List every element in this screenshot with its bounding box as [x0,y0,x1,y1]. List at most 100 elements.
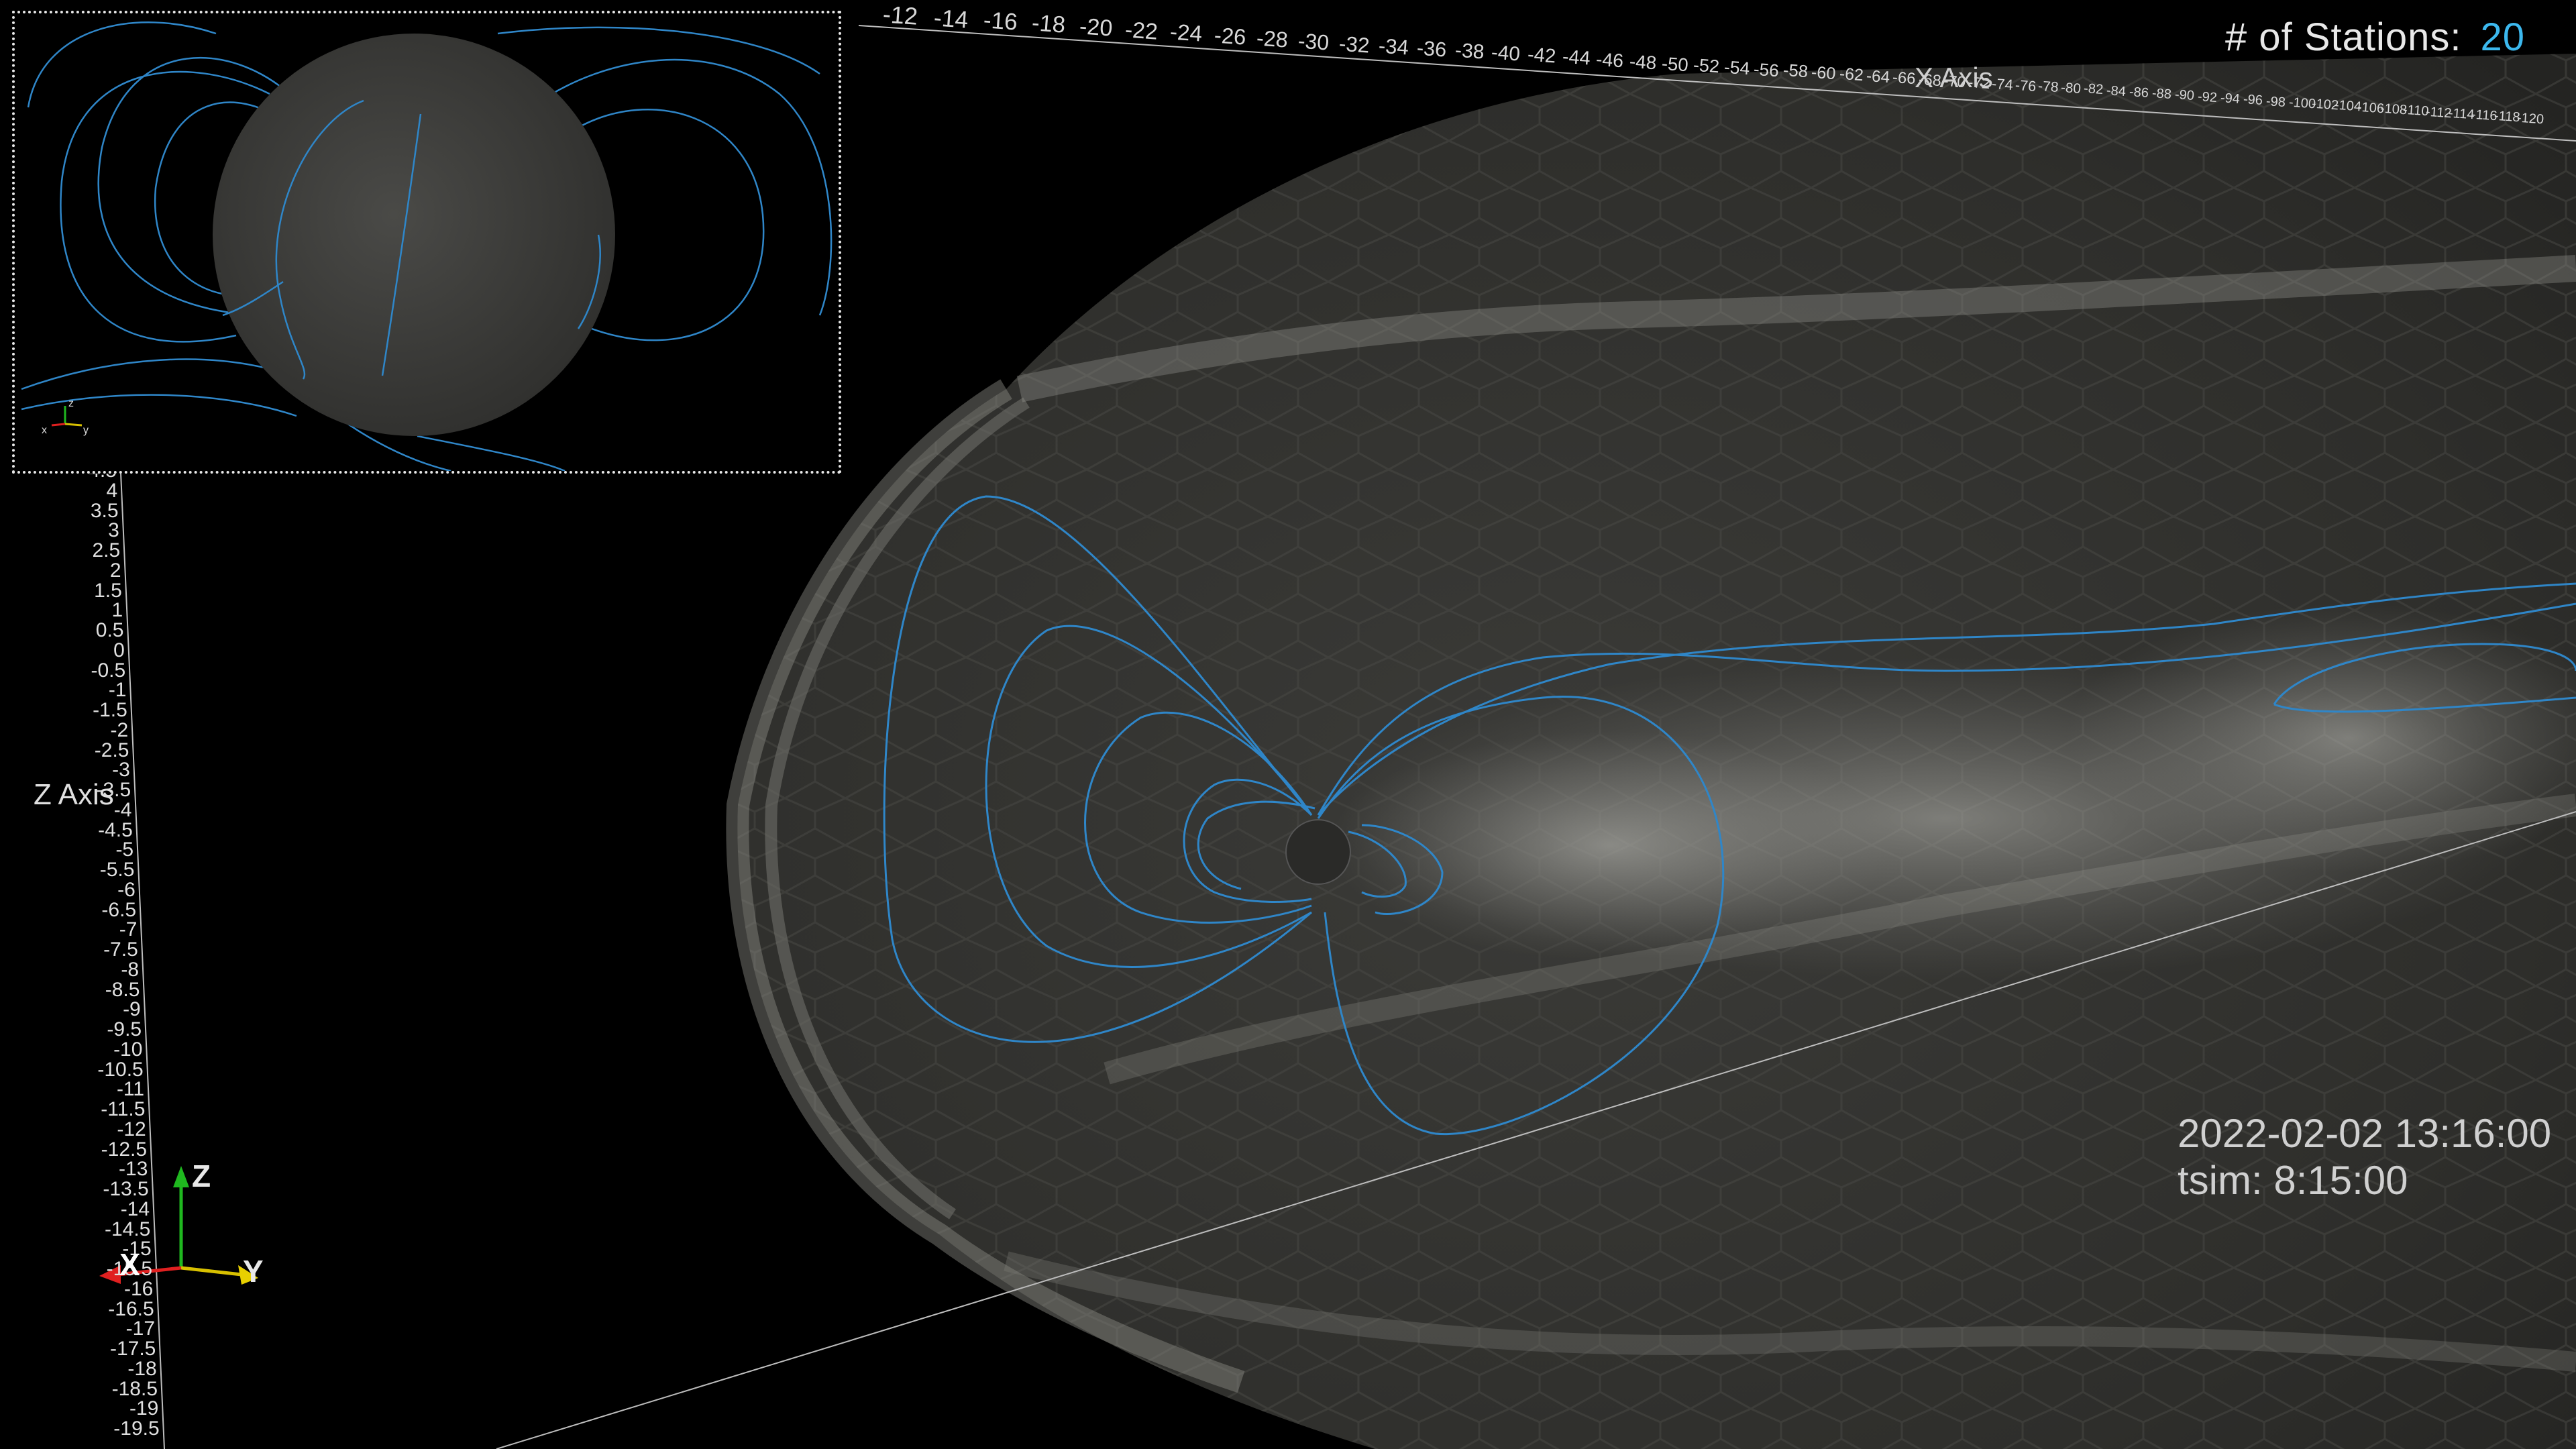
x-axis-tick: -20 [1078,13,1114,42]
x-axis-tick: -44 [1561,46,1591,70]
x-axis-tick: -38 [1454,39,1485,64]
stations-label: # of Stations: [2224,15,2462,59]
z-axis-tick: -19 [129,1397,159,1420]
z-axis-tick: -19.5 [113,1417,160,1440]
x-axis-tick: -64 [1866,66,1891,87]
earth-center [1285,819,1351,885]
z-axis-tick: -8.5 [105,978,140,1001]
x-axis-tick: -22 [1124,16,1159,45]
z-axis-tick: -14.5 [104,1218,151,1240]
z-axis-tick: -3 [112,759,130,782]
x-axis-tick: -34 [1377,34,1410,60]
z-axis-tick: 4 [106,479,118,502]
x-axis-tick: -94 [2220,91,2241,107]
x-axis-tick: -18 [1031,10,1067,38]
x-axis-tick: -36 [1416,36,1448,62]
x-axis-tick: -74 [1991,75,2014,94]
z-axis-tick: -9.5 [107,1018,142,1040]
z-axis-tick: -7.5 [103,938,138,961]
z-axis-tick: -4.5 [98,818,133,841]
z-axis-tick: 3.5 [90,499,119,522]
datetime-text: 2022-02-02 13:16:00 [2178,1111,2552,1156]
z-axis-tick: -1.5 [93,699,127,721]
x-axis-title: X Axis [1915,62,1993,93]
z-axis-tick: -4 [113,798,132,821]
triad-z-label: Z [192,1159,211,1193]
z-axis-tick: -5.5 [99,859,135,881]
simulation-time: 2022-02-02 13:16:00 tsim: 8:15:00 [2178,1110,2551,1204]
z-axis-tick: 2.5 [92,539,121,561]
z-axis-tick: -14 [120,1197,150,1220]
x-axis-tick: -80 [2060,80,2082,97]
x-axis-tick: -52 [1692,55,1720,77]
z-axis-tick: -0.5 [91,659,126,682]
x-axis-tick: -78 [2037,78,2059,95]
z-axis-tick: -6.5 [101,898,137,921]
x-axis-tick: -28 [1256,25,1289,52]
inset-triad-x-label: x [42,425,47,436]
inset-earth-view[interactable]: z y x [12,11,841,474]
x-axis-tick: -82 [2083,81,2104,98]
x-axis-tick: -32 [1338,31,1371,58]
x-axis-tick: -62 [1838,64,1864,85]
x-axis-tick: -56 [1753,59,1780,81]
x-axis-tick: -12 [881,0,919,31]
z-axis-tick: 2 [109,559,121,582]
tsim-text: tsim: 8:15:00 [2178,1158,2408,1203]
x-axis-tick: -58 [1782,61,1809,82]
x-axis-tick: -16 [982,7,1019,36]
planet-sphere [213,34,615,436]
z-axis-tick: -12 [117,1118,146,1140]
x-axis-tick: -86 [2129,84,2149,101]
x-axis-tick: -26 [1213,22,1247,50]
x-axis-tick: -76 [2015,76,2037,95]
stations-number: 20 [2480,15,2525,59]
inset-triad-z-label: z [68,398,74,409]
z-axis-tick: -12.5 [101,1138,148,1161]
x-axis-tick: -50 [1660,52,1689,76]
z-axis-tick: -13.5 [103,1178,149,1200]
z-axis-tick: -11.5 [101,1098,146,1120]
z-axis-tick: -13 [119,1158,148,1181]
z-axis-tick: -18 [127,1357,157,1380]
x-axis-tick: -120 [2516,110,2544,127]
z-axis-tick: 1 [111,599,123,622]
z-axis-tick: -18.5 [111,1377,158,1400]
inset-triad-y-label: y [83,425,89,436]
triad-y-label: Y [243,1254,264,1289]
z-axis-tick: 3 [108,519,119,542]
x-axis-tick: -46 [1595,48,1625,72]
z-axis-tick: -7 [119,918,138,941]
z-axis-tick: -10.5 [97,1058,144,1081]
z-axis-tick: 0 [113,639,125,661]
stations-count: # of Stations: 20 [2225,15,2525,60]
x-axis-tick: -30 [1297,28,1330,55]
z-axis-tick: -10 [113,1038,143,1061]
x-axis-tick: -90 [2174,87,2195,104]
z-axis-tick: -17.5 [109,1338,156,1360]
z-axis-tick: -9 [123,998,141,1021]
z-axis-tick: -1 [108,679,127,702]
x-axis-tick: -24 [1169,19,1203,47]
x-axis-tick: -96 [2243,92,2263,109]
z-axis-tick: -2.5 [94,739,129,761]
z-axis-tick: 0.5 [95,619,124,641]
z-axis-tick: -16.5 [108,1297,154,1320]
x-axis-tick: -48 [1628,50,1658,74]
x-axis-tick: -84 [2106,83,2127,99]
z-axis-tick: -8 [121,958,140,981]
z-axis-tick: -11 [116,1078,145,1101]
z-axis-tick: -17 [125,1318,156,1340]
x-axis-tick: -54 [1723,57,1751,79]
triad-x-label: X [119,1247,140,1282]
x-axis-tick: -98 [2265,93,2286,110]
x-axis-tick: -60 [1811,62,1837,84]
x-axis-tick: -42 [1526,44,1556,68]
z-axis-tick: -5 [115,839,134,861]
x-axis-tick: -88 [2151,86,2172,103]
z-axis-tick: 1.5 [94,579,122,602]
x-axis-tick: -14 [932,3,969,34]
x-axis-tick: -40 [1491,41,1521,66]
x-axis-tick: -66 [1892,68,1917,89]
z-axis-tick: -6 [117,878,136,901]
